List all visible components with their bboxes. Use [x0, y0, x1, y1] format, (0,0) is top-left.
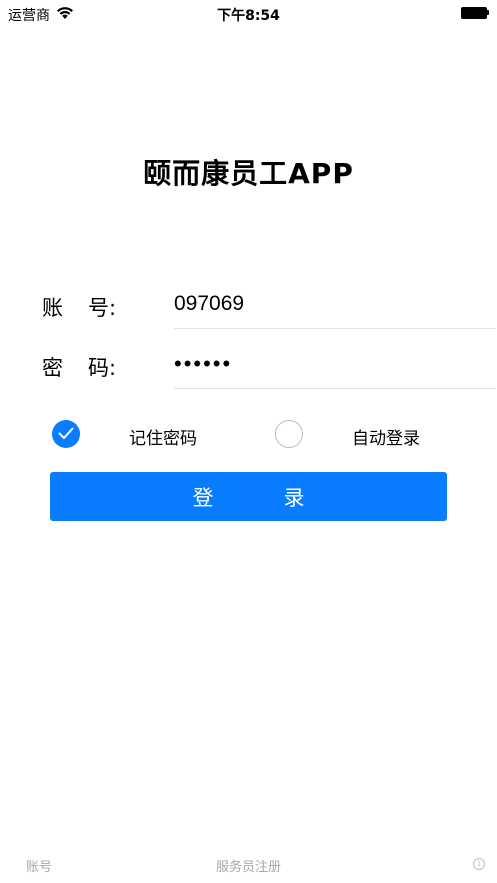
auto-login-label[interactable]: 自动登录 — [352, 424, 420, 449]
password-input[interactable] — [174, 340, 496, 389]
bottom-bar: 账号 服务员注册 i — [0, 850, 497, 880]
info-icon[interactable]: i — [473, 858, 485, 870]
login-button[interactable]: 登录 — [50, 472, 447, 521]
login-options: 记住密码 自动登录 — [0, 416, 497, 456]
remember-password-label[interactable]: 记住密码 — [129, 424, 197, 449]
status-bar: 运营商 下午8:54 — [0, 0, 497, 28]
auto-login-checkbox[interactable] — [275, 420, 303, 448]
battery-icon — [461, 7, 489, 19]
login-screen: 运营商 下午8:54 颐而康员工APP 账号: 密码: 记住密码 自动登录 登录 — [0, 0, 497, 883]
page-title: 颐而康员工APP — [143, 157, 354, 190]
remember-password-checkbox[interactable] — [52, 420, 80, 448]
account-input[interactable] — [174, 280, 496, 329]
account-label: 账号: — [42, 296, 117, 320]
password-row: 密码: — [0, 340, 497, 390]
password-label: 密码: — [42, 356, 117, 380]
checkmark-icon — [58, 427, 74, 439]
status-time: 下午8:54 — [217, 8, 280, 24]
account-row: 账号: — [0, 280, 497, 330]
waiter-register-link[interactable]: 服务员注册 — [0, 856, 497, 875]
